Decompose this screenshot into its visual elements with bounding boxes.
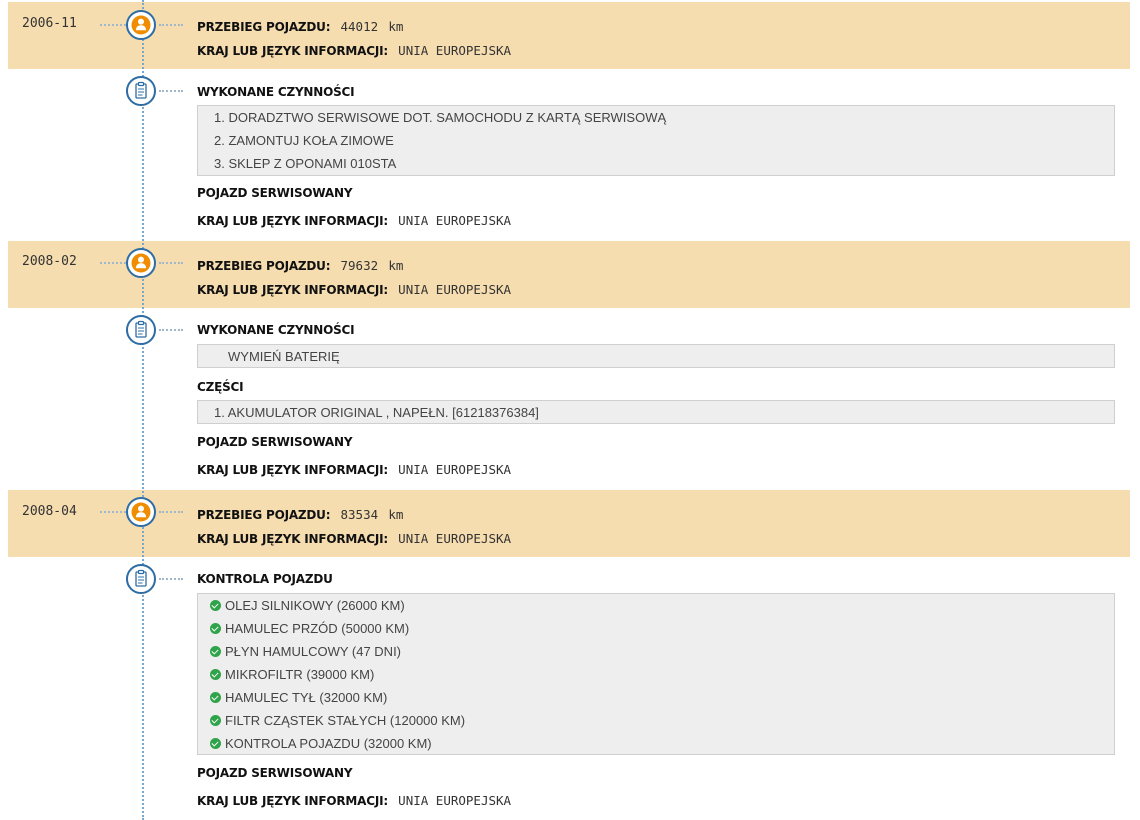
document-node	[126, 76, 156, 106]
mileage-unit: km	[388, 258, 404, 273]
mileage-label: PRZEBIEG POJAZDU:	[197, 259, 331, 273]
connector	[100, 511, 126, 513]
list-item: FILTR CZĄSTEK STAŁYCH (120000 KM)	[198, 709, 1114, 732]
document-node	[126, 315, 156, 345]
mileage-value: 79632	[340, 258, 379, 273]
serviced-label: POJAZD SERWISOWANY	[197, 766, 353, 780]
country-value: UNIA EUROPEJSKA	[398, 531, 512, 546]
timeline-line	[142, 0, 144, 820]
list-item: OLEJ SILNIKOWY (26000 KM)	[198, 594, 1114, 617]
check-item-label: KONTROLA POJAZDU (32000 KM)	[225, 736, 432, 751]
section-title: WYKONANE CZYNNOŚCI	[197, 85, 355, 99]
mileage-label: PRZEBIEG POJAZDU:	[197, 20, 331, 34]
mileage-band	[8, 2, 1130, 69]
serviced-label: POJAZD SERWISOWANY	[197, 186, 353, 200]
country-value: UNIA EUROPEJSKA	[398, 43, 512, 58]
list-item: 2. ZAMONTUJ KOŁA ZIMOWE	[214, 133, 394, 148]
person-node	[126, 497, 156, 527]
country-row: KRAJ LUB JĘZYK INFORMACJI: UNIA EUROPEJS…	[197, 528, 511, 547]
entry-date: 2008-02	[22, 254, 77, 269]
mileage-label: PRZEBIEG POJAZDU:	[197, 508, 331, 522]
connector	[159, 329, 183, 331]
person-node	[126, 10, 156, 40]
actions-list: 1. DORADZTWO SERWISOWE DOT. SAMOCHODU Z …	[197, 105, 1115, 176]
check-item-label: HAMULEC TYŁ (32000 KM)	[225, 690, 388, 705]
mileage-band	[8, 241, 1130, 308]
check-item-label: MIKROFILTR (39000 KM)	[225, 667, 375, 682]
check-item-label: FILTR CZĄSTEK STAŁYCH (120000 KM)	[225, 713, 466, 728]
section-title: KONTROLA POJAZDU	[197, 572, 333, 586]
check-circle-icon	[210, 623, 221, 634]
person-node	[126, 248, 156, 278]
parts-title: CZĘŚCI	[197, 380, 244, 394]
country-label: KRAJ LUB JĘZYK INFORMACJI:	[197, 463, 388, 477]
country-label: KRAJ LUB JĘZYK INFORMACJI:	[197, 283, 388, 297]
mileage-row: PRZEBIEG POJAZDU: 79632 km	[197, 255, 403, 274]
check-circle-icon	[210, 600, 221, 611]
country-label: KRAJ LUB JĘZYK INFORMACJI:	[197, 44, 388, 58]
mileage-unit: km	[388, 19, 404, 34]
country-label: KRAJ LUB JĘZYK INFORMACJI:	[197, 532, 388, 546]
entry-date: 2008-04	[22, 504, 77, 519]
country-row: KRAJ LUB JĘZYK INFORMACJI: UNIA EUROPEJS…	[197, 790, 511, 809]
connector	[159, 578, 183, 580]
connector	[159, 262, 183, 264]
connector	[159, 90, 183, 92]
check-circle-icon	[210, 738, 221, 749]
check-circle-icon	[210, 692, 221, 703]
country-value: UNIA EUROPEJSKA	[398, 462, 512, 477]
mileage-row: PRZEBIEG POJAZDU: 83534 km	[197, 504, 403, 523]
entry-date: 2006-11	[22, 16, 77, 31]
connector	[159, 511, 183, 513]
clipboard-icon	[135, 320, 147, 338]
country-value: UNIA EUROPEJSKA	[398, 282, 512, 297]
check-circle-icon	[210, 646, 221, 657]
document-node	[126, 564, 156, 594]
country-label: KRAJ LUB JĘZYK INFORMACJI:	[197, 214, 388, 228]
country-value: UNIA EUROPEJSKA	[398, 213, 512, 228]
country-label: KRAJ LUB JĘZYK INFORMACJI:	[197, 794, 388, 808]
inspection-list: OLEJ SILNIKOWY (26000 KM) HAMULEC PRZÓD …	[197, 593, 1115, 755]
connector	[100, 262, 126, 264]
parts-list: 1. AKUMULATOR ORIGINAL , NAPEŁN. [612183…	[197, 400, 1115, 424]
mileage-row: PRZEBIEG POJAZDU: 44012 km	[197, 16, 403, 35]
section-title: WYKONANE CZYNNOŚCI	[197, 323, 355, 337]
clipboard-icon	[135, 569, 147, 587]
list-item: 1. DORADZTWO SERWISOWE DOT. SAMOCHODU Z …	[214, 110, 667, 125]
list-item: KONTROLA POJAZDU (32000 KM)	[198, 732, 1114, 755]
connector	[159, 24, 183, 26]
list-item: 3. SKLEP Z OPONAMI 010STA	[214, 156, 397, 171]
actions-list: WYMIEŃ BATERIĘ	[197, 344, 1115, 368]
list-item: WYMIEŃ BATERIĘ	[228, 349, 340, 364]
check-circle-icon	[210, 669, 221, 680]
country-row: KRAJ LUB JĘZYK INFORMACJI: UNIA EUROPEJS…	[197, 40, 511, 59]
check-circle-icon	[210, 715, 221, 726]
country-row: KRAJ LUB JĘZYK INFORMACJI: UNIA EUROPEJS…	[197, 459, 511, 478]
country-value: UNIA EUROPEJSKA	[398, 793, 512, 808]
list-item: PŁYN HAMULCOWY (47 DNI)	[198, 640, 1114, 663]
person-icon	[131, 502, 151, 522]
list-item: HAMULEC PRZÓD (50000 KM)	[198, 617, 1114, 640]
check-item-label: OLEJ SILNIKOWY (26000 KM)	[225, 598, 405, 613]
serviced-label: POJAZD SERWISOWANY	[197, 435, 353, 449]
mileage-value: 83534	[340, 507, 379, 522]
list-item: 1. AKUMULATOR ORIGINAL , NAPEŁN. [612183…	[214, 405, 539, 420]
list-item: HAMULEC TYŁ (32000 KM)	[198, 686, 1114, 709]
mileage-band	[8, 490, 1130, 557]
person-icon	[131, 15, 151, 35]
check-item-label: PŁYN HAMULCOWY (47 DNI)	[225, 644, 402, 659]
check-item-label: HAMULEC PRZÓD (50000 KM)	[225, 621, 410, 636]
mileage-unit: km	[388, 507, 404, 522]
connector	[100, 24, 126, 26]
country-row: KRAJ LUB JĘZYK INFORMACJI: UNIA EUROPEJS…	[197, 279, 511, 298]
country-row: KRAJ LUB JĘZYK INFORMACJI: UNIA EUROPEJS…	[197, 210, 511, 229]
clipboard-icon	[135, 81, 147, 99]
person-icon	[131, 253, 151, 273]
mileage-value: 44012	[340, 19, 379, 34]
list-item: MIKROFILTR (39000 KM)	[198, 663, 1114, 686]
